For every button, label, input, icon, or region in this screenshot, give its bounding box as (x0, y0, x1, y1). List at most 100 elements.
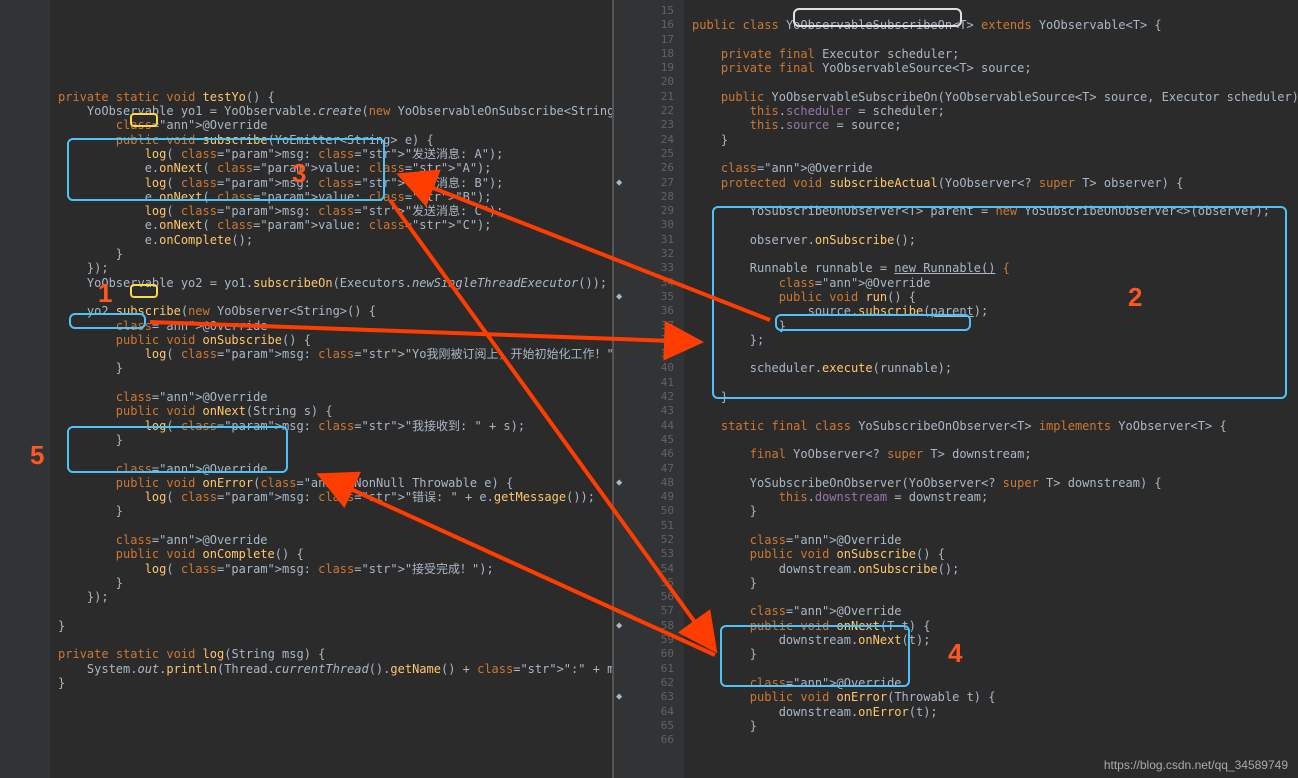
code-line[interactable]: log( class="param">msg: class="str">"接受完… (58, 562, 612, 576)
code-line[interactable] (692, 147, 1298, 161)
code-line[interactable] (692, 347, 1298, 361)
code-line[interactable] (58, 290, 612, 304)
code-line[interactable]: e.onComplete(); (58, 233, 612, 247)
code-line[interactable]: }; (692, 333, 1298, 347)
code-line[interactable]: class="ann">@Override (58, 390, 612, 404)
code-line[interactable] (58, 47, 612, 61)
code-line[interactable] (692, 519, 1298, 533)
code-line[interactable]: YoSubscribeOnObserver<T> parent = new Yo… (692, 204, 1298, 218)
code-line[interactable]: class="ann">@Override (692, 276, 1298, 290)
code-line[interactable] (692, 247, 1298, 261)
code-line[interactable]: log( class="param">msg: class="str">"发送消… (58, 176, 612, 190)
code-line[interactable]: class="ann">@Override (58, 462, 612, 476)
code-line[interactable]: } (58, 576, 612, 590)
code-line[interactable] (692, 376, 1298, 390)
code-line[interactable] (58, 447, 612, 461)
code-line[interactable]: private final YoObservableSource<T> sour… (692, 61, 1298, 75)
code-line[interactable] (58, 519, 612, 533)
code-line[interactable]: public void subscribe(YoEmitter<String> … (58, 133, 612, 147)
code-line[interactable]: log( class="param">msg: class="str">"Yo我… (58, 347, 612, 361)
code-line[interactable] (692, 733, 1298, 747)
code-line[interactable]: } (58, 247, 612, 261)
code-line[interactable]: public void run() { (692, 290, 1298, 304)
code-line[interactable]: static final class YoSubscribeOnObserver… (692, 419, 1298, 433)
code-line[interactable]: public class YoObservableSubscribeOn<T> … (692, 18, 1298, 32)
code-line[interactable]: YoObservable yo2 = yo1.subscribeOn(Execu… (58, 276, 612, 290)
code-line[interactable]: } (692, 576, 1298, 590)
code-line[interactable]: class="ann">@Override (692, 161, 1298, 175)
code-line[interactable]: this.scheduler = scheduler; (692, 104, 1298, 118)
code-line[interactable] (58, 376, 612, 390)
code-line[interactable] (58, 18, 612, 32)
code-line[interactable]: public void onSubscribe() { (58, 333, 612, 347)
code-line[interactable]: public void onSubscribe() { (692, 547, 1298, 561)
code-line[interactable]: log( class="param">msg: class="str">"我接收… (58, 419, 612, 433)
code-line[interactable] (58, 75, 612, 89)
code-line[interactable]: } (692, 133, 1298, 147)
code-line[interactable] (692, 590, 1298, 604)
code-line[interactable]: scheduler.execute(runnable); (692, 361, 1298, 375)
code-line[interactable]: public void onNext(T t) { (692, 619, 1298, 633)
code-line[interactable]: class="ann">@Override (692, 676, 1298, 690)
code-line[interactable]: } (58, 619, 612, 633)
code-line[interactable]: protected void subscribeActual(YoObserve… (692, 176, 1298, 190)
left-code[interactable]: private static void testYo() { YoObserva… (50, 0, 612, 778)
code-line[interactable] (692, 462, 1298, 476)
code-line[interactable]: } (58, 433, 612, 447)
code-line[interactable]: private static void testYo() { (58, 90, 612, 104)
code-line[interactable]: YoSubscribeOnObserver(YoObserver<? super… (692, 476, 1298, 490)
code-line[interactable]: downstream.onNext(t); (692, 633, 1298, 647)
code-line[interactable]: YoObservable yo1 = YoObservable.create(n… (58, 104, 612, 118)
code-line[interactable] (692, 218, 1298, 232)
code-line[interactable]: public void onNext(String s) { (58, 404, 612, 418)
code-line[interactable]: } (58, 361, 612, 375)
code-line[interactable]: e.onNext( class="param">value: class="st… (58, 161, 612, 175)
code-line[interactable]: class="ann">@Override (58, 118, 612, 132)
code-line[interactable]: public YoObservableSubscribeOn(YoObserva… (692, 90, 1298, 104)
code-line[interactable]: private static void log(String msg) { (58, 647, 612, 661)
code-line[interactable]: public void onComplete() { (58, 547, 612, 561)
code-line[interactable]: class="ann">@Override (692, 604, 1298, 618)
code-line[interactable]: source.subscribe(parent); (692, 304, 1298, 318)
code-line[interactable]: }); (58, 590, 612, 604)
code-line[interactable]: this.source = source; (692, 118, 1298, 132)
code-line[interactable]: } (692, 390, 1298, 404)
code-line[interactable] (692, 4, 1298, 18)
code-line[interactable] (692, 433, 1298, 447)
code-line[interactable]: log( class="param">msg: class="str">"错误:… (58, 490, 612, 504)
code-line[interactable]: downstream.onSubscribe(); (692, 562, 1298, 576)
code-line[interactable]: class="ann">@Override (58, 533, 612, 547)
code-line[interactable]: } (692, 504, 1298, 518)
code-line[interactable]: yo2.subscribe(new YoObserver<String>() { (58, 304, 612, 318)
code-line[interactable]: e.onNext( class="param">value: class="st… (58, 218, 612, 232)
code-line[interactable]: } (692, 719, 1298, 733)
code-line[interactable] (58, 4, 612, 18)
code-line[interactable]: e.onNext( class="param">value: class="st… (58, 190, 612, 204)
code-line[interactable] (692, 75, 1298, 89)
code-line[interactable]: observer.onSubscribe(); (692, 233, 1298, 247)
code-line[interactable]: final YoObserver<? super T> downstream; (692, 447, 1298, 461)
code-line[interactable]: class="ann">@Override (692, 533, 1298, 547)
code-line[interactable]: System.out.println(Thread.currentThread(… (58, 662, 612, 676)
code-line[interactable] (58, 61, 612, 75)
code-line[interactable]: downstream.onError(t); (692, 705, 1298, 719)
code-line[interactable]: log( class="param">msg: class="str">"发送消… (58, 204, 612, 218)
code-line[interactable]: public void onError(class="ann">@NonNull… (58, 476, 612, 490)
code-line[interactable]: } (692, 647, 1298, 661)
code-line[interactable]: class="ann">@Override (58, 319, 612, 333)
code-line[interactable] (58, 33, 612, 47)
code-line[interactable]: }); (58, 261, 612, 275)
code-line[interactable]: public void onError(Throwable t) { (692, 690, 1298, 704)
code-line[interactable]: this.downstream = downstream; (692, 490, 1298, 504)
code-line[interactable]: private final Executor scheduler; (692, 47, 1298, 61)
code-line[interactable]: log( class="param">msg: class="str">"发送消… (58, 147, 612, 161)
code-line[interactable]: } (692, 319, 1298, 333)
code-line[interactable]: } (58, 504, 612, 518)
code-line[interactable] (692, 190, 1298, 204)
code-line[interactable] (58, 633, 612, 647)
code-line[interactable] (692, 33, 1298, 47)
code-line[interactable]: Runnable runnable = new Runnable() { (692, 261, 1298, 275)
code-line[interactable]: } (58, 676, 612, 690)
right-code[interactable]: public class YoObservableSubscribeOn<T> … (684, 0, 1298, 778)
code-line[interactable] (692, 662, 1298, 676)
